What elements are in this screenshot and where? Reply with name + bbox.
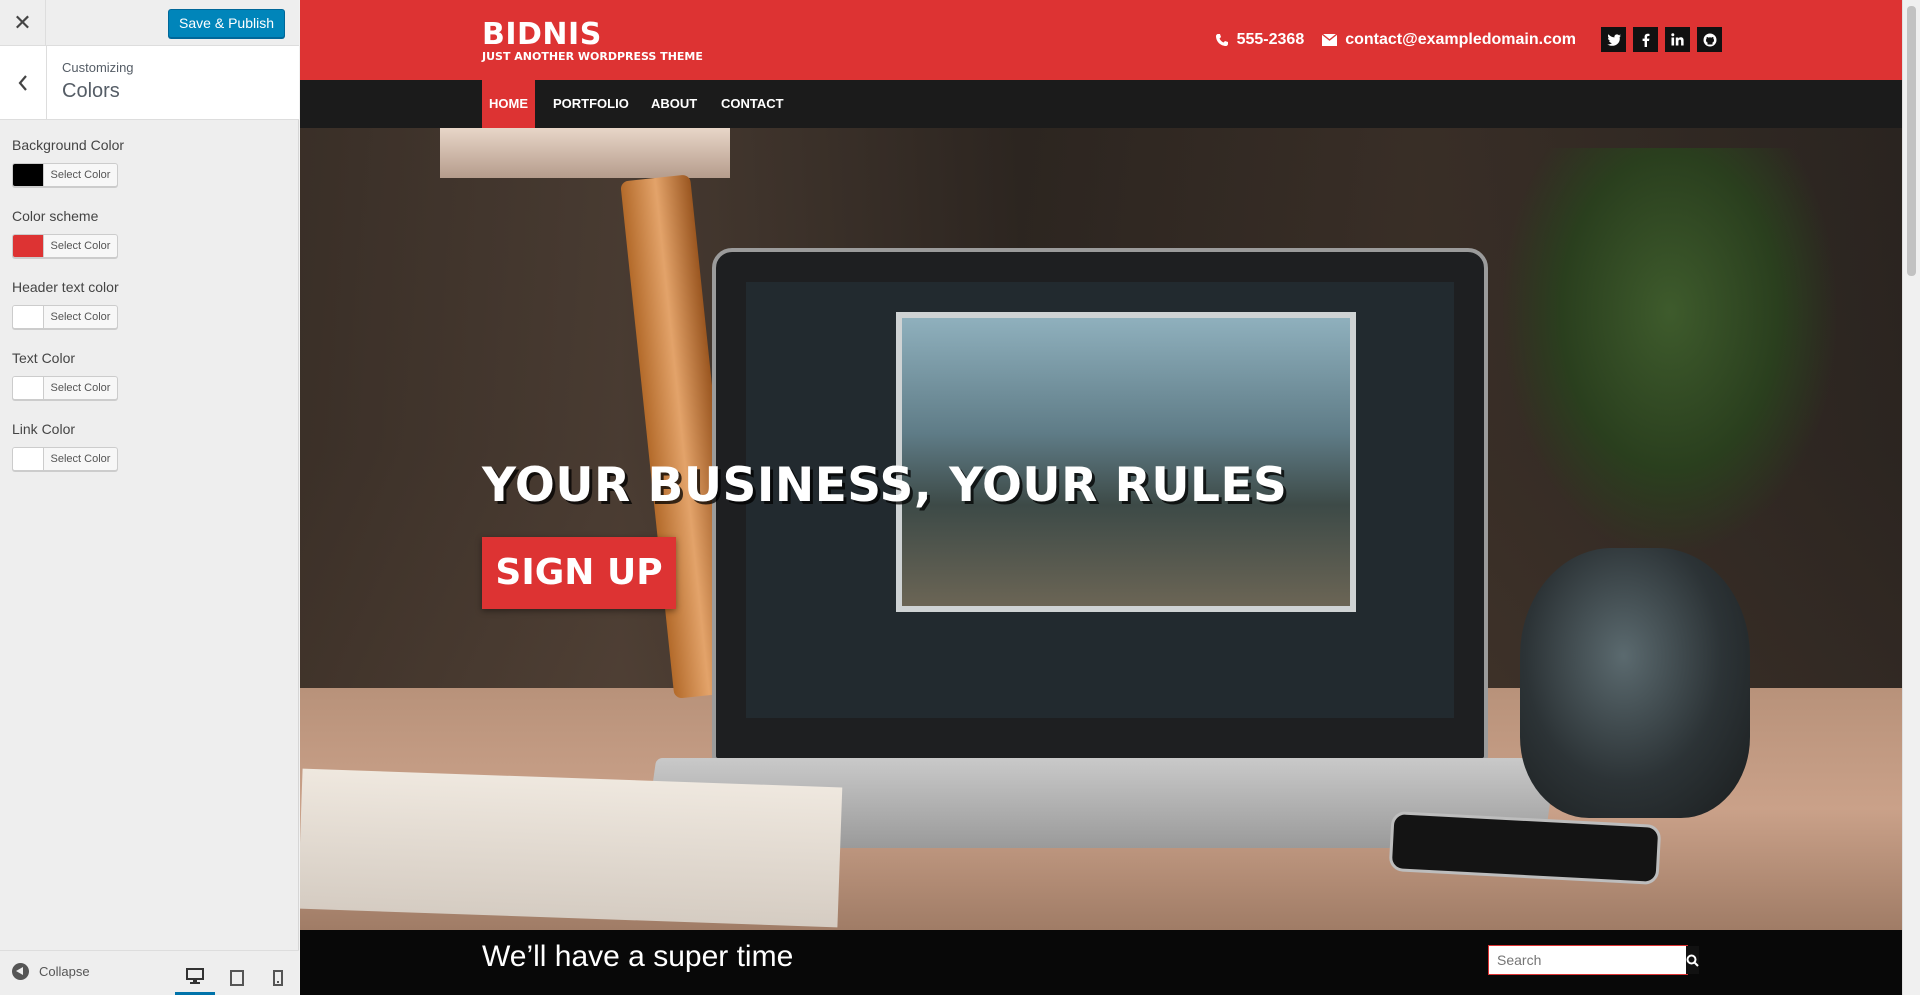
control-background-color: Background Color Select Color [12, 137, 282, 187]
site-tagline: JUST ANOTHER WORDPRESS THEME [482, 50, 703, 63]
back-button[interactable] [0, 46, 47, 119]
control-header-text-color: Header text color Select Color [12, 279, 282, 329]
color-picker-button[interactable]: Select Color [12, 234, 118, 258]
collapse-button[interactable]: Collapse [12, 963, 90, 980]
collapse-label: Collapse [39, 964, 90, 979]
chevron-left-icon [18, 74, 27, 91]
control-link-color: Link Color Select Color [12, 421, 282, 471]
desktop-icon [186, 967, 204, 984]
facebook-icon[interactable] [1633, 27, 1658, 52]
preview-tablet-button[interactable] [217, 959, 257, 995]
save-publish-button[interactable]: Save & Publish [168, 9, 285, 38]
email-address[interactable]: contact@exampledomain.com [1345, 31, 1576, 49]
color-picker-button[interactable]: Select Color [12, 163, 118, 187]
color-swatch [13, 448, 44, 470]
section-title: Customizing Colors [0, 46, 299, 120]
control-text-color: Text Color Select Color [12, 350, 282, 400]
search-form [1488, 945, 1699, 975]
customizer-sidebar: ✕ Save & Publish Customizing Colors Back… [0, 0, 299, 995]
control-label: Background Color [12, 137, 125, 153]
color-swatch [13, 306, 44, 328]
content-section: We’ll have a super time [300, 930, 1902, 995]
collapse-icon [12, 963, 29, 980]
preview-scrollbar[interactable] [1902, 0, 1920, 995]
github-icon[interactable] [1697, 27, 1722, 52]
phone-contact: 555-2368 [1215, 30, 1305, 49]
plant-image [1500, 148, 1840, 558]
phone-number: 555-2368 [1236, 30, 1305, 48]
color-picker-button[interactable]: Select Color [12, 305, 118, 329]
signup-button[interactable]: SIGN UP [482, 537, 676, 609]
select-color-label: Select Color [50, 453, 111, 465]
color-swatch [13, 235, 44, 257]
jar-image [1520, 548, 1750, 818]
tablet-icon [230, 969, 244, 986]
linkedin-icon[interactable] [1665, 27, 1690, 52]
select-color-label: Select Color [50, 240, 111, 252]
search-button[interactable] [1686, 946, 1699, 974]
customizing-label: Customizing [62, 60, 134, 75]
site-header: BIDNIS JUST ANOTHER WORDPRESS THEME 555-… [300, 0, 1902, 80]
control-label: Header text color [12, 279, 119, 295]
phone-icon [1215, 33, 1228, 46]
section-name: Colors [62, 80, 120, 102]
control-color-scheme: Color scheme Select Color [12, 208, 282, 258]
nav-item-about[interactable]: ABOUT [644, 80, 704, 128]
color-picker-button[interactable]: Select Color [12, 376, 118, 400]
preview-mobile-button[interactable] [258, 959, 298, 995]
customizer-header: ✕ Save & Publish [0, 0, 299, 46]
control-label: Link Color [12, 421, 76, 437]
select-color-label: Select Color [50, 382, 111, 394]
select-color-label: Select Color [50, 311, 111, 323]
color-swatch [13, 164, 44, 186]
hero-title: YOUR BUSINESS, YOUR RULES [482, 458, 1288, 513]
email-contact[interactable]: contact@exampledomain.com [1322, 31, 1576, 49]
envelope-icon [1322, 33, 1338, 46]
search-input[interactable] [1489, 946, 1686, 974]
customizer-footer: Collapse [0, 950, 299, 995]
main-navigation: HOME PORTFOLIO ABOUT CONTACT [300, 80, 1902, 128]
search-icon [1686, 954, 1699, 967]
site-preview: BIDNIS JUST ANOTHER WORDPRESS THEME 555-… [300, 0, 1902, 995]
control-label: Text Color [12, 350, 76, 366]
color-picker-button[interactable]: Select Color [12, 447, 118, 471]
site-title[interactable]: BIDNIS [482, 20, 703, 50]
select-color-label: Select Color [50, 169, 111, 181]
nav-item-contact[interactable]: CONTACT [714, 80, 791, 128]
hero-section: YOUR BUSINESS, YOUR RULES SIGN UP [300, 128, 1902, 930]
twitter-icon[interactable] [1601, 27, 1626, 52]
scrollbar-thumb[interactable] [1907, 6, 1916, 276]
mobile-icon [273, 969, 283, 986]
close-icon[interactable]: ✕ [0, 0, 46, 46]
notebook-image [300, 768, 843, 928]
preview-desktop-button[interactable] [175, 959, 215, 995]
nav-item-portfolio[interactable]: PORTFOLIO [546, 80, 636, 128]
lamp-image [440, 128, 730, 178]
color-swatch [13, 377, 44, 399]
nav-item-home[interactable]: HOME [482, 80, 535, 128]
header-contact: 555-2368 contact@exampledomain.com [1215, 27, 1722, 52]
site-branding[interactable]: BIDNIS JUST ANOTHER WORDPRESS THEME [482, 20, 703, 63]
control-label: Color scheme [12, 208, 99, 224]
content-heading: We’ll have a super time [482, 940, 794, 973]
